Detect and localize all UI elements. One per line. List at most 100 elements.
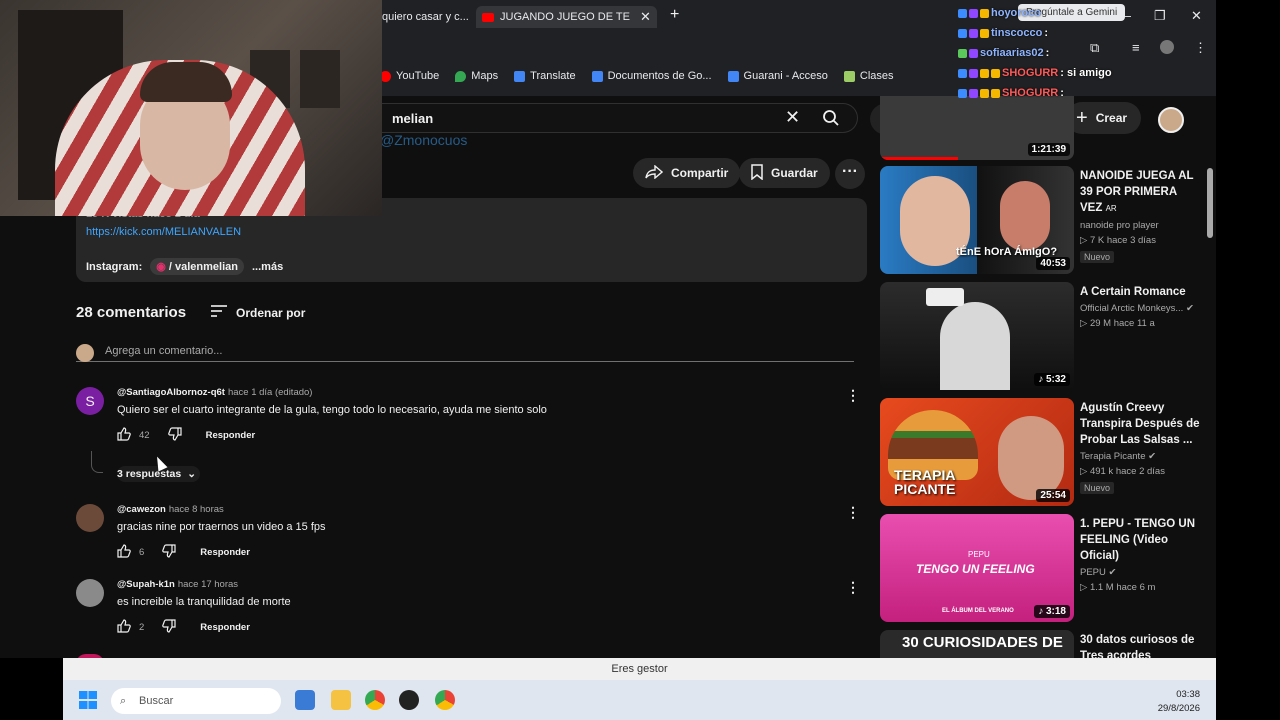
chrome-icon[interactable] [365, 690, 385, 710]
avatar[interactable]: S [76, 387, 104, 415]
video-title[interactable]: Agustín Creevy Transpira Después de Prob… [1080, 400, 1202, 448]
instagram-line: Instagram: ◉ / valenmelian ...más [86, 258, 283, 275]
dislike-icon[interactable] [162, 619, 176, 636]
taskbar-search-input[interactable]: ⌕ Buscar [111, 688, 281, 714]
video-title[interactable]: 1. PEPU - TENGO UN FEELING (Video Oficia… [1080, 516, 1202, 564]
avatar[interactable] [76, 579, 104, 607]
more-link[interactable]: ...más [252, 261, 283, 273]
search-icon[interactable] [822, 109, 840, 132]
comment-menu-icon[interactable]: ⋮ [846, 504, 860, 521]
video-thumbnail[interactable]: 1:21:39 [880, 96, 1074, 160]
file-explorer-icon[interactable] [331, 690, 351, 710]
dislike-icon[interactable] [167, 427, 182, 444]
add-comment-field[interactable]: Agrega un comentario... [76, 342, 854, 362]
account-avatar[interactable] [1158, 107, 1184, 133]
clock-date: 29/8/2026 [1157, 703, 1200, 714]
search-input[interactable]: melian [392, 111, 433, 126]
comment-author: @Supah-k1n hace 17 horas [117, 579, 239, 590]
save-button[interactable]: Guardar [739, 158, 830, 188]
video-info: 1. PEPU - TENGO UN FEELING (Video Oficia… [1080, 516, 1202, 593]
chat-message: hoyoroco [958, 3, 1208, 23]
video-thumbnail[interactable]: 30 CURIOSIDADES DE [880, 630, 1074, 658]
search-box[interactable]: melian ✕ [380, 103, 858, 133]
page-scrollbar[interactable] [1205, 98, 1216, 658]
description-link[interactable]: https://kick.com/MELIANVALEN [86, 226, 241, 238]
translate-icon [514, 70, 526, 82]
badge-icon [991, 88, 1000, 98]
video-duration: 25:54 [1036, 489, 1070, 502]
channel-name[interactable]: PEPU ✔ [1080, 567, 1202, 578]
obs-icon[interactable] [399, 690, 419, 710]
chat-message: SHOGURR : [958, 83, 1208, 103]
bookmark-documentos[interactable]: Documentos de Go... [591, 70, 712, 82]
close-tab-icon[interactable]: ✕ [640, 9, 651, 25]
chat-username: SHOGURR [1002, 87, 1059, 99]
badge-icon [969, 68, 978, 78]
chrome-active-icon[interactable] [435, 690, 455, 710]
comment-menu-icon[interactable]: ⋮ [846, 387, 860, 404]
video-title[interactable]: A Certain Romance [1080, 284, 1202, 300]
badge-icon [980, 8, 989, 18]
chat-message: SHOGURR : si amigo [958, 63, 1208, 83]
clear-search-icon[interactable]: ✕ [785, 107, 800, 128]
badge-icon [958, 8, 967, 18]
bookmark-clases[interactable]: Clases [843, 70, 894, 82]
system-clock[interactable]: 03:38 29/8/2026 [1158, 688, 1200, 716]
thumbnail-caption: 30 CURIOSIDADES DE [902, 634, 1063, 651]
bookmark-translate[interactable]: Translate [514, 70, 576, 82]
reply-button[interactable]: Responder [206, 430, 256, 441]
guarani-icon [727, 70, 739, 82]
windows-start-icon[interactable] [79, 691, 97, 709]
video-thumbnail[interactable]: PEPU TENGO UN FEELING EL ÁLBUM DEL VERAN… [880, 514, 1074, 622]
verified-icon: ✔ [1108, 567, 1117, 578]
video-thumbnail[interactable]: tÉnE hOrA ÁmIgO? 40:53 [880, 166, 1074, 274]
reply-button[interactable]: Responder [200, 622, 250, 633]
chat-username: SHOGURR [1002, 67, 1059, 79]
comment-menu-icon[interactable]: ⋮ [846, 579, 860, 596]
thumbnail-caption: TERAPIA PICANTE [894, 467, 956, 497]
dislike-icon[interactable] [162, 544, 176, 561]
comment-author: @SantiagoAlbornoz-q6t hace 1 día (editado… [117, 387, 313, 398]
video-info: A Certain Romance Official Arctic Monkey… [1080, 284, 1202, 329]
tab-jugando-juego[interactable]: JUGANDO JUEGO DE TERROR ✕ [476, 6, 657, 28]
video-thumbnail[interactable]: TERAPIA PICANTE 25:54 [880, 398, 1074, 506]
new-tab-button[interactable]: + [670, 6, 679, 24]
channel-name[interactable]: Official Arctic Monkeys... ✔ [1080, 303, 1202, 314]
chevron-down-icon: ⌄ [187, 468, 197, 480]
create-button[interactable]: + Crear [1066, 102, 1142, 134]
video-title[interactable]: NANOIDE JUEGA AL 39 POR PRIMERA VEZ AR [1080, 168, 1202, 217]
tab-quiero-casar[interactable]: quiero casar y c... ✕ [382, 6, 490, 28]
channel-handle[interactable]: @Zmonocuos [380, 132, 467, 148]
streamer-hair [140, 62, 232, 102]
video-title[interactable]: 30 datos curiosos de Tres acordes [1080, 632, 1202, 658]
share-button[interactable]: Compartir [633, 158, 741, 188]
channel-name[interactable]: nanoide pro player [1080, 220, 1202, 231]
classroom-icon [843, 70, 855, 82]
sort-button[interactable]: Ordenar por [210, 304, 305, 321]
bookmark-maps[interactable]: Maps [455, 70, 498, 82]
avatar[interactable] [76, 504, 104, 532]
badge-icon [980, 88, 989, 98]
instagram-icon: ◉ [156, 261, 169, 273]
bookmark-youtube[interactable]: YouTube [380, 70, 439, 82]
badge-icon [980, 68, 989, 78]
like-icon[interactable] [117, 544, 131, 561]
scrollbar-thumb[interactable] [1207, 168, 1213, 238]
comment-author: @cawezon hace 8 horas [117, 504, 224, 515]
video-thumbnail[interactable]: ♪ 5:32 [880, 282, 1074, 390]
channel-name[interactable]: Terapia Picante ✔ [1080, 451, 1202, 462]
video-meta: ▷ 7 K hace 3 días [1080, 235, 1156, 246]
tab-title: quiero casar y c... [382, 11, 469, 23]
reply-button[interactable]: Responder [200, 547, 250, 558]
verified-icon: ✔ [1185, 303, 1194, 314]
video-info: 30 datos curiosos de Tres acordes [1080, 632, 1202, 658]
bookmark-guarani[interactable]: Guarani - Acceso [727, 70, 828, 82]
like-icon[interactable] [117, 619, 131, 636]
add-comment-placeholder[interactable]: Agrega un comentario... [105, 345, 222, 357]
thumbnail-caption: TENGO UN FEELING [916, 562, 1035, 576]
thumbnail-subcaption: EL ÁLBUM DEL VERANO [942, 608, 1014, 614]
instagram-chip[interactable]: ◉ / valenmelian [150, 258, 244, 275]
like-icon[interactable] [117, 427, 131, 444]
store-icon[interactable] [295, 690, 315, 710]
more-actions-icon[interactable]: ··· [835, 159, 865, 189]
